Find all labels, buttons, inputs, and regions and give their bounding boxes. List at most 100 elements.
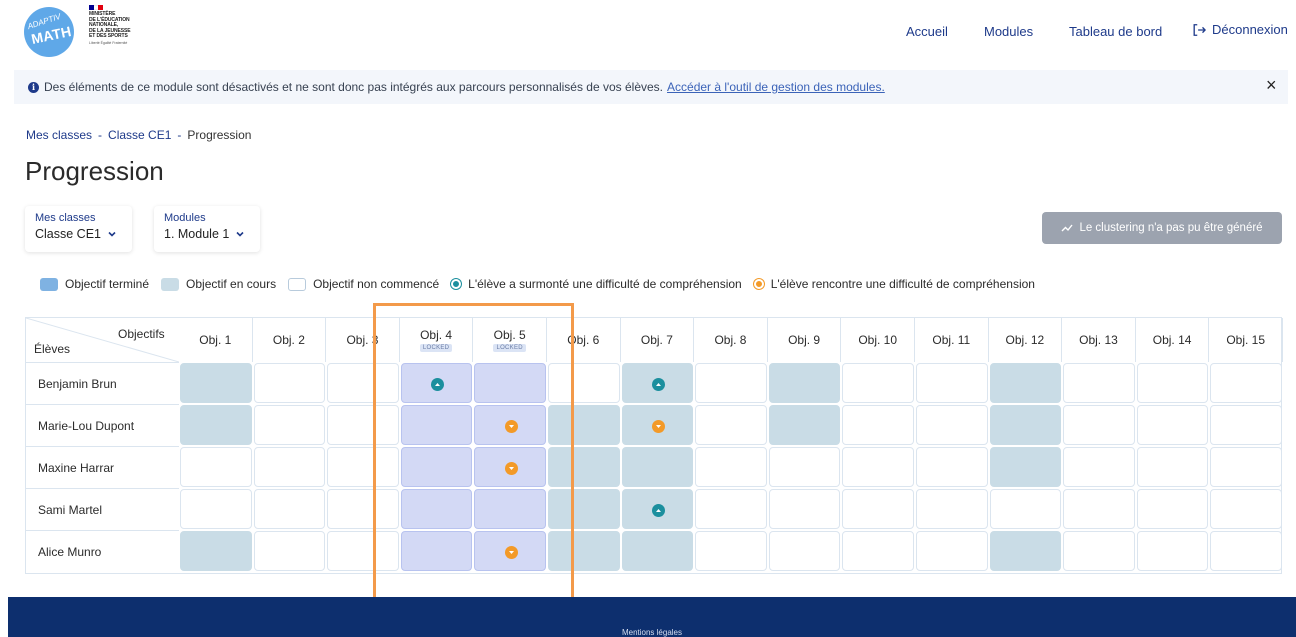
nav-link-home[interactable]: Accueil	[906, 24, 948, 39]
progress-cell[interactable]	[842, 405, 914, 445]
progress-cell[interactable]	[768, 405, 841, 445]
close-icon[interactable]: ×	[1266, 75, 1277, 96]
progress-cell[interactable]	[327, 363, 399, 403]
student-name[interactable]: Maxine Harrar	[26, 446, 179, 488]
progress-cell[interactable]	[842, 489, 914, 529]
header: ADAPTIV MATH MINISTÈRE DE L'ÉDUCATION NA…	[0, 0, 1296, 64]
progress-cell[interactable]	[768, 447, 841, 487]
objective-header-label: Obj. 10	[858, 333, 898, 347]
breadcrumb-my-classes[interactable]: Mes classes	[26, 128, 92, 142]
progress-cell[interactable]	[695, 447, 767, 487]
class-selector[interactable]: Mes classes Classe CE1	[25, 206, 132, 252]
progress-cell[interactable]	[1136, 531, 1209, 571]
progress-cell[interactable]	[621, 405, 694, 445]
module-management-link[interactable]: Accéder à l'outil de gestion des modules…	[667, 80, 885, 94]
progress-cell[interactable]	[842, 447, 914, 487]
progress-cell[interactable]	[916, 489, 988, 529]
progress-cell[interactable]	[180, 489, 252, 529]
progress-cell[interactable]	[1210, 363, 1282, 403]
progress-cell[interactable]	[1063, 531, 1135, 571]
progress-cell[interactable]	[989, 489, 1062, 529]
info-banner: i Des éléments de ce module sont désacti…	[14, 70, 1288, 104]
progress-cell[interactable]	[1136, 447, 1209, 487]
progress-cell[interactable]	[621, 531, 694, 571]
progress-cell[interactable]	[180, 447, 252, 487]
progress-cell[interactable]	[548, 405, 620, 445]
objective-header: Obj. 11	[915, 318, 989, 362]
progress-cell[interactable]	[695, 405, 767, 445]
progress-cell[interactable]	[1210, 447, 1282, 487]
progress-cell[interactable]	[1210, 489, 1282, 529]
progress-cell[interactable]	[1063, 405, 1135, 445]
progress-cell[interactable]	[327, 405, 399, 445]
legal-notice-link[interactable]: Mentions légales	[8, 628, 1296, 637]
progress-cell[interactable]	[768, 363, 841, 403]
student-name[interactable]: Alice Munro	[26, 530, 179, 572]
progress-cell[interactable]	[621, 489, 694, 529]
student-name[interactable]: Marie-Lou Dupont	[26, 404, 179, 446]
progress-cell[interactable]	[1210, 405, 1282, 445]
progress-cell[interactable]	[327, 447, 399, 487]
nav-link-modules[interactable]: Modules	[984, 24, 1033, 39]
progress-cell[interactable]	[548, 363, 620, 403]
clustering-button[interactable]: Le clustering n'a pas pu être généré	[1042, 212, 1282, 244]
progress-cell[interactable]	[400, 363, 473, 403]
progress-cell[interactable]	[989, 447, 1062, 487]
progress-cell[interactable]	[621, 363, 694, 403]
progress-cell[interactable]	[253, 447, 326, 487]
logout-button[interactable]: Déconnexion	[1192, 22, 1288, 37]
progress-cell[interactable]	[180, 405, 252, 445]
adaptiv-math-logo[interactable]: ADAPTIV MATH	[24, 7, 74, 57]
progress-cell[interactable]	[1210, 531, 1282, 571]
progress-cell[interactable]	[1063, 447, 1135, 487]
progress-cell[interactable]	[474, 363, 546, 403]
progress-cell[interactable]	[695, 363, 767, 403]
progress-cell[interactable]	[548, 531, 620, 571]
progress-cell[interactable]	[253, 363, 326, 403]
progress-cell[interactable]	[842, 531, 914, 571]
progress-cell[interactable]	[989, 363, 1062, 403]
module-selector[interactable]: Modules 1. Module 1	[154, 206, 260, 252]
breadcrumb-class[interactable]: Classe CE1	[108, 128, 171, 142]
progress-cell[interactable]	[253, 489, 326, 529]
progress-cell[interactable]	[400, 489, 473, 529]
progress-cell[interactable]	[695, 531, 767, 571]
progress-cell[interactable]	[474, 405, 546, 445]
progress-cell[interactable]	[916, 447, 988, 487]
progress-cell[interactable]	[916, 405, 988, 445]
progress-cell[interactable]	[180, 363, 252, 403]
progress-cell[interactable]	[548, 447, 620, 487]
progress-cell[interactable]	[327, 531, 399, 571]
progress-cell[interactable]	[1136, 489, 1209, 529]
progress-cell[interactable]	[474, 531, 546, 571]
objective-header: Obj. 12	[989, 318, 1063, 362]
nav-link-dashboard[interactable]: Tableau de bord	[1069, 24, 1162, 39]
student-name[interactable]: Benjamin Brun	[26, 362, 179, 404]
progress-cell[interactable]	[253, 531, 326, 571]
progress-cell[interactable]	[1063, 489, 1135, 529]
progress-cell[interactable]	[400, 405, 473, 445]
legend-completed: Objectif terminé	[40, 277, 149, 291]
progress-cell[interactable]	[842, 363, 914, 403]
progress-cell[interactable]	[695, 489, 767, 529]
progress-cell[interactable]	[400, 531, 473, 571]
progress-cell[interactable]	[253, 405, 326, 445]
progress-cell[interactable]	[327, 489, 399, 529]
progress-cell[interactable]	[474, 489, 546, 529]
progress-cell[interactable]	[474, 447, 546, 487]
progress-cell[interactable]	[916, 363, 988, 403]
info-icon: i	[28, 82, 39, 93]
progress-cell[interactable]	[1136, 405, 1209, 445]
progress-cell[interactable]	[768, 489, 841, 529]
progress-cell[interactable]	[400, 447, 473, 487]
progress-cell[interactable]	[768, 531, 841, 571]
progress-cell[interactable]	[548, 489, 620, 529]
progress-cell[interactable]	[180, 531, 252, 571]
progress-cell[interactable]	[989, 531, 1062, 571]
progress-cell[interactable]	[989, 405, 1062, 445]
student-name[interactable]: Sami Martel	[26, 488, 179, 530]
progress-cell[interactable]	[1063, 363, 1135, 403]
progress-cell[interactable]	[916, 531, 988, 571]
progress-cell[interactable]	[621, 447, 694, 487]
progress-cell[interactable]	[1136, 363, 1209, 403]
